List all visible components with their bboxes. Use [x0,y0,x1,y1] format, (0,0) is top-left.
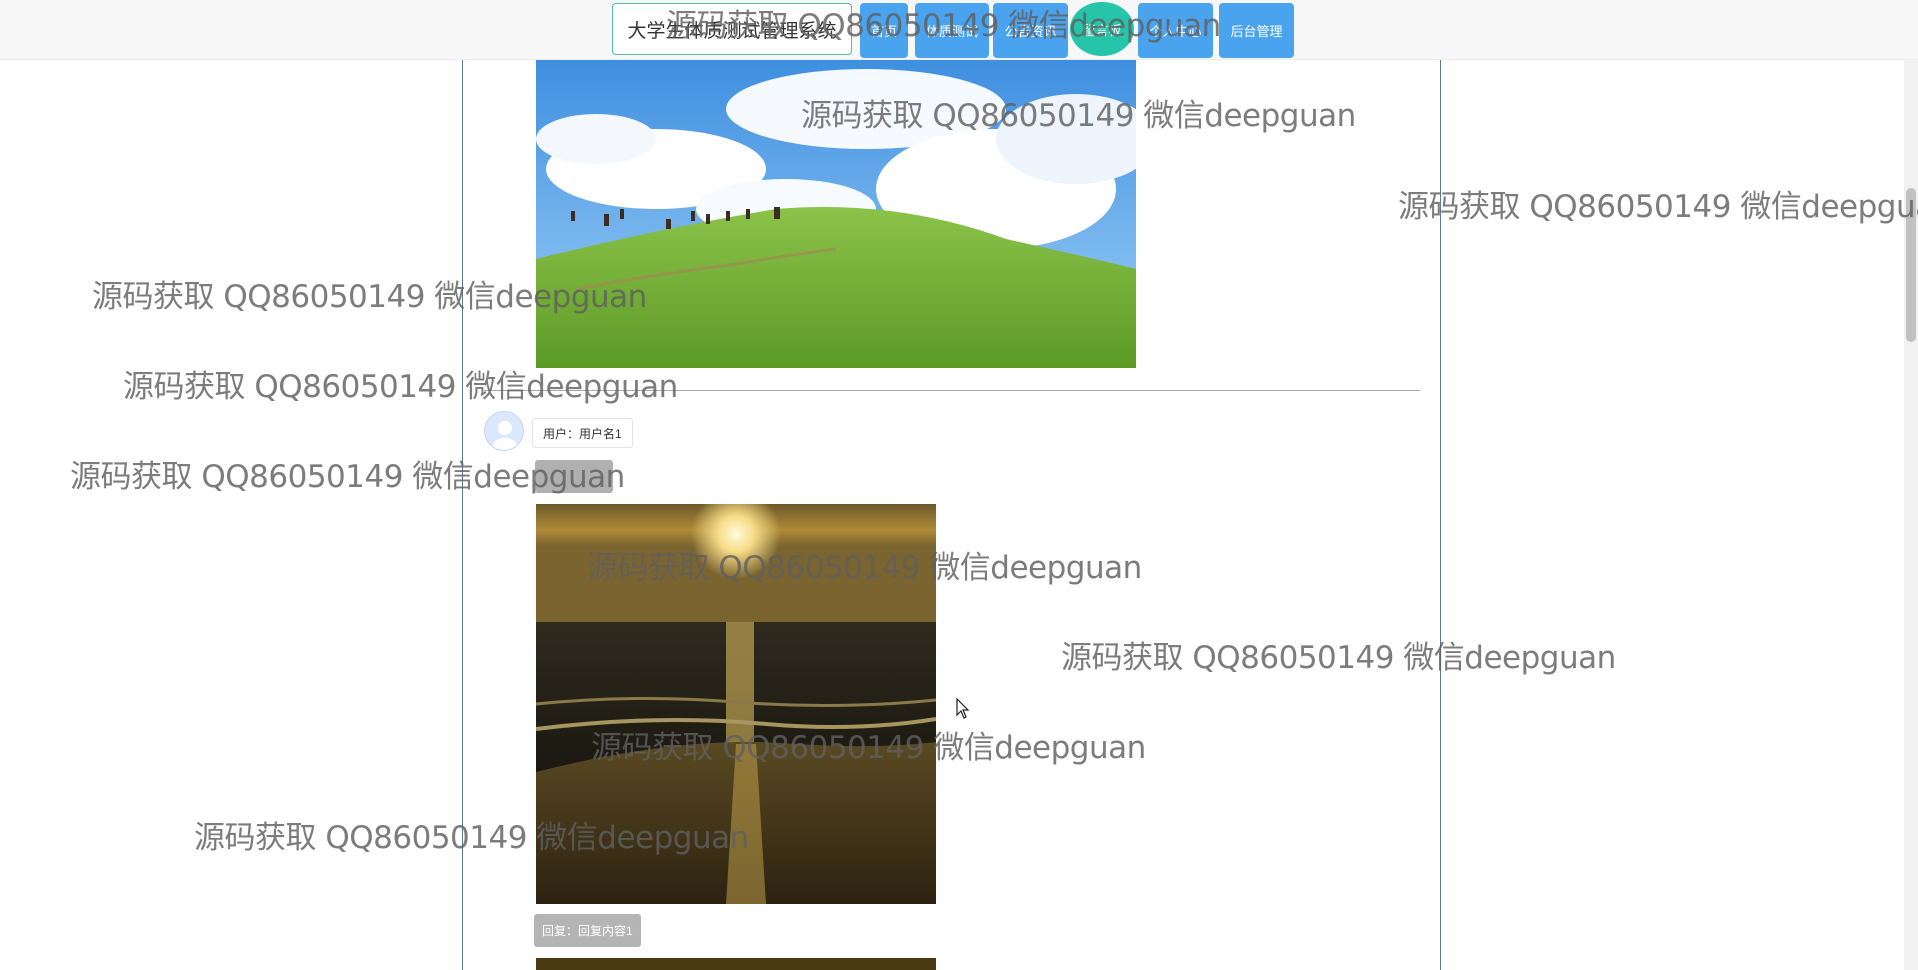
nav-home-button[interactable]: 首页 [860,3,908,58]
nav-message-board-button[interactable]: 留言板 [1070,2,1134,56]
content-border-left [462,59,463,970]
post-image-sunset [536,504,936,904]
post-action-button[interactable] [535,460,613,493]
post-author-label: 用户：用户名1 [532,418,633,448]
content-border-right [1440,59,1441,970]
nav-personal-center-button[interactable]: 个人中心 [1138,3,1213,58]
user-avatar-icon [484,411,524,451]
post-divider [484,390,1420,391]
site-title: 大学生体质测试管理系统 [612,3,852,55]
nav-admin-button[interactable]: 后台管理 [1219,3,1294,58]
reply-content-label: 回复：回复内容1 [534,914,641,947]
watermark-text: 源码获取 QQ86050149 微信deepguan [1061,640,1616,676]
nav-fitness-test-button[interactable]: 体质测试 [915,3,989,58]
post-image-grassland [536,59,1136,368]
page-scrollbar[interactable] [1904,0,1918,970]
mouse-pointer-icon [956,697,970,725]
post-image-next [536,958,936,970]
watermark-text: 源码获取 QQ86050149 微信deepguan [1398,189,1918,225]
top-navbar: 大学生体质测试管理系统 首页 体质测试 公告资讯 留言板 个人中心 后台管理 [0,0,1918,60]
nav-announcements-button[interactable]: 公告资讯 [993,3,1068,58]
scrollbar-thumb[interactable] [1906,188,1916,342]
